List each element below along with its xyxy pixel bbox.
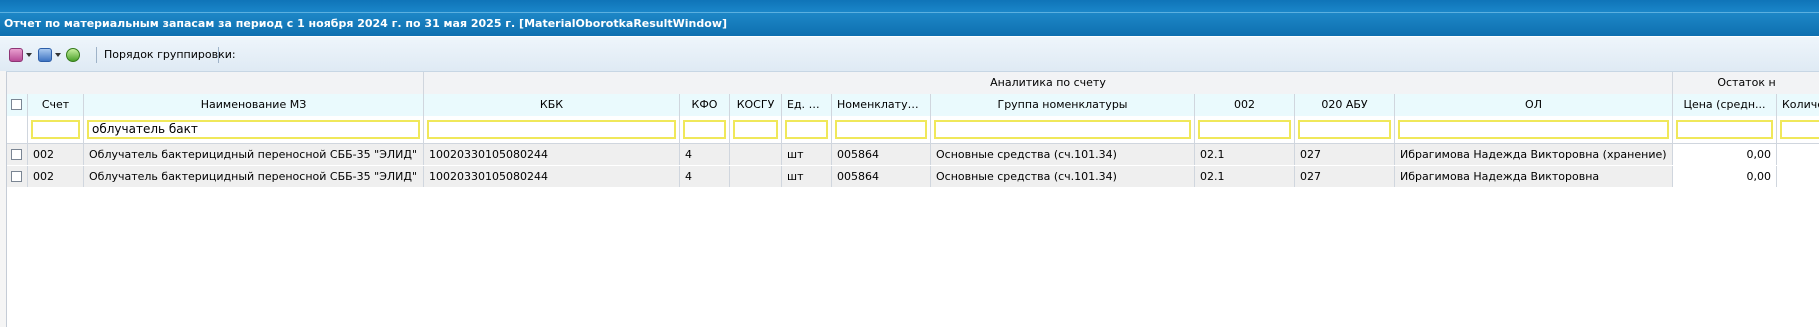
- row-checkbox[interactable]: [11, 171, 22, 182]
- cell-kosgu: [730, 144, 782, 165]
- cell-002: 02.1: [1195, 144, 1295, 165]
- filter-row: облучатель бакт: [7, 116, 1819, 144]
- cell-020: 027: [1295, 166, 1395, 187]
- cell-unit: шт: [782, 166, 832, 187]
- filter-cell-price: [1673, 116, 1777, 143]
- column-header-row: Счет Наименование МЗ КБК КФО КОСГУ Ед. и…: [7, 94, 1819, 117]
- cell-kosgu: [730, 166, 782, 187]
- col-header-020[interactable]: 020 АБУ: [1295, 94, 1395, 116]
- cell-price: 0,00: [1673, 166, 1777, 187]
- results-grid: Аналитика по счету Остаток н Счет Наимен…: [6, 72, 1819, 327]
- toolbar-separator: [218, 47, 219, 63]
- filter-cell-020: [1295, 116, 1395, 143]
- top-strip: [0, 0, 1819, 12]
- export-icon: [38, 48, 52, 62]
- table-row[interactable]: 002 Облучатель бактерицидный переносной …: [7, 166, 1819, 188]
- chevron-down-icon: [26, 53, 32, 57]
- row-select-cell: [7, 166, 28, 187]
- filter-cell-kfo: [680, 116, 730, 143]
- filter-input-nomnum[interactable]: [835, 120, 927, 139]
- col-header-name[interactable]: Наименование МЗ: [84, 94, 424, 116]
- filter-cell-kosgu: [730, 116, 782, 143]
- select-all-cell: [7, 94, 28, 116]
- filter-cell-nomnum: [832, 116, 931, 143]
- col-header-nomgroup[interactable]: Группа номенклатуры: [931, 94, 1195, 116]
- filter-cell-empty: [7, 116, 28, 143]
- filter-cell-qty: [1777, 116, 1819, 143]
- filter-input-price[interactable]: [1676, 120, 1773, 139]
- cell-nomgroup: Основные средства (сч.101.34): [931, 166, 1195, 187]
- group-header-empty: [7, 72, 424, 94]
- cell-kfo: 4: [680, 166, 730, 187]
- cell-price: 0,00: [1673, 144, 1777, 165]
- col-header-kfo[interactable]: КФО: [680, 94, 730, 116]
- filter-input-qty[interactable]: [1780, 120, 1819, 139]
- filter-input-unit[interactable]: [785, 120, 828, 139]
- chevron-down-icon: [55, 53, 61, 57]
- col-header-schet[interactable]: Счет: [28, 94, 84, 116]
- col-header-nomnum[interactable]: Номенклатурны...: [832, 94, 931, 116]
- col-header-002[interactable]: 002: [1195, 94, 1295, 116]
- filter-cell-002: [1195, 116, 1295, 143]
- filter-input-kfo[interactable]: [683, 120, 726, 139]
- filter-input-nomgroup[interactable]: [934, 120, 1191, 139]
- add-button[interactable]: [9, 46, 32, 64]
- col-header-kosgu[interactable]: КОСГУ: [730, 94, 782, 116]
- export-button[interactable]: [38, 46, 61, 64]
- cell-schet: 002: [28, 144, 84, 165]
- cell-kbk: 10020330105080244: [424, 144, 680, 165]
- col-header-qty[interactable]: Количе: [1777, 94, 1819, 116]
- filter-input-kosgu[interactable]: [733, 120, 778, 139]
- filter-cell-name: облучатель бакт: [84, 116, 424, 143]
- refresh-button[interactable]: [66, 46, 80, 64]
- filter-cell-ol: [1395, 116, 1673, 143]
- cell-kfo: 4: [680, 144, 730, 165]
- group-header-row: Аналитика по счету Остаток н: [7, 72, 1819, 95]
- cell-ol: Ибрагимова Надежда Викторовна (хранение): [1395, 144, 1673, 165]
- cell-nomgroup: Основные средства (сч.101.34): [931, 144, 1195, 165]
- cell-kbk: 10020330105080244: [424, 166, 680, 187]
- cell-name: Облучатель бактерицидный переносной СББ-…: [84, 166, 424, 187]
- group-header-balance: Остаток н: [1717, 76, 1776, 89]
- col-header-kbk[interactable]: КБК: [424, 94, 680, 116]
- toolbar-separator: [96, 47, 97, 63]
- filter-input-ol[interactable]: [1398, 120, 1669, 139]
- cell-002: 02.1: [1195, 166, 1295, 187]
- row-select-cell: [7, 144, 28, 165]
- select-all-checkbox[interactable]: [11, 99, 22, 110]
- cell-020: 027: [1295, 144, 1395, 165]
- cell-nomnum: 005864: [832, 166, 931, 187]
- toolbar: Порядок группировки:: [0, 37, 1819, 72]
- filter-cell-schet: [28, 116, 84, 143]
- filter-input-kbk[interactable]: [427, 120, 676, 139]
- group-header-analytics: Аналитика по счету: [424, 72, 1673, 94]
- cell-nomnum: 005864: [832, 144, 931, 165]
- row-checkbox[interactable]: [11, 149, 22, 160]
- table-row[interactable]: 002 Облучатель бактерицидный переносной …: [7, 144, 1819, 166]
- filter-input-schet[interactable]: [31, 120, 80, 139]
- filter-input-002[interactable]: [1198, 120, 1291, 139]
- filter-cell-nomgroup: [931, 116, 1195, 143]
- cell-name: Облучатель бактерицидный переносной СББ-…: [84, 144, 424, 165]
- col-header-ol[interactable]: ОЛ: [1395, 94, 1673, 116]
- cell-unit: шт: [782, 144, 832, 165]
- window-title: Отчет по материальным запасам за период …: [0, 12, 1819, 36]
- cell-qty: [1777, 144, 1819, 165]
- filter-cell-kbk: [424, 116, 680, 143]
- cell-qty: [1777, 166, 1819, 187]
- col-header-price[interactable]: Цена (средн...: [1673, 94, 1777, 116]
- cell-schet: 002: [28, 166, 84, 187]
- add-icon: [9, 48, 23, 62]
- col-header-unit[interactable]: Ед. из...: [782, 94, 832, 116]
- cell-ol: Ибрагимова Надежда Викторовна: [1395, 166, 1673, 187]
- grouping-label: Порядок группировки:: [104, 48, 236, 61]
- refresh-icon: [66, 48, 80, 62]
- filter-cell-unit: [782, 116, 832, 143]
- filter-input-name[interactable]: облучатель бакт: [87, 120, 420, 139]
- filter-input-020[interactable]: [1298, 120, 1391, 139]
